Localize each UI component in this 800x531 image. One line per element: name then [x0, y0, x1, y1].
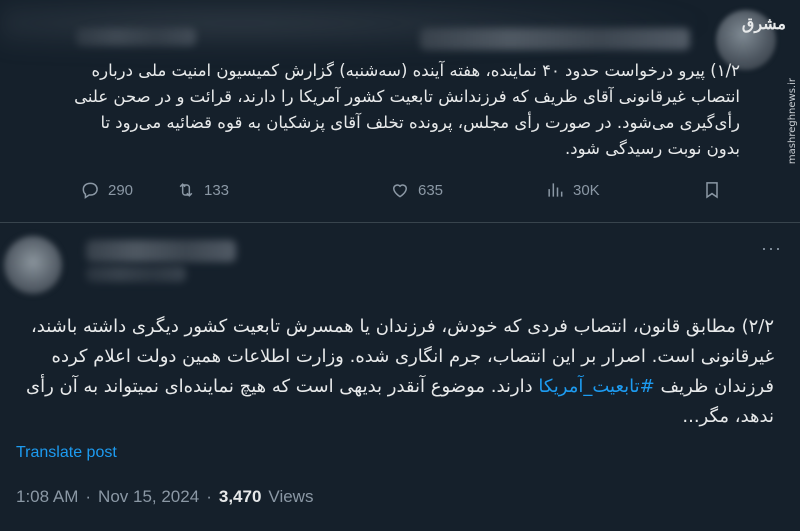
views-chart-icon [548, 183, 563, 197]
like-button[interactable]: 635 [390, 180, 443, 200]
watermark-logo: مشرق [741, 14, 786, 33]
like-count: 635 [418, 181, 444, 199]
retweet-icon [179, 183, 193, 197]
separator: · [85, 487, 92, 506]
display-name-blurred[interactable] [86, 240, 236, 262]
views-label: Views [268, 487, 314, 506]
reply-button[interactable]: 290 [80, 180, 133, 200]
divider [0, 222, 800, 223]
post-time[interactable]: 1:08 AM [16, 487, 78, 507]
handle-blurred [76, 28, 196, 46]
post-date[interactable]: Nov 15, 2024 [98, 487, 199, 507]
retweet-count: 133 [204, 181, 230, 199]
tweet-text: ۲/۲) مطابق قانون، انتصاب فردی که خودش، ف… [14, 312, 774, 432]
avatar[interactable] [4, 236, 62, 294]
views-total: 3,470 [218, 487, 262, 506]
more-options-icon[interactable]: ··· [761, 238, 782, 259]
action-bar: 290 133 635 30K [80, 180, 730, 208]
tweet-text: ۱/۲) پیرو درخواست حدود ۴۰ نماینده، هفته … [74, 61, 740, 158]
separator: · [206, 487, 212, 506]
heart-icon [392, 184, 408, 198]
screenshot-frame: مشرق mashreghnews.ir ۱/۲) پیرو درخواست ح… [0, 0, 800, 531]
translate-post-link[interactable]: Translate post [16, 444, 117, 462]
hashtag-link[interactable]: #تابعیت_آمریکا [538, 376, 654, 397]
retweet-button[interactable]: 133 [176, 180, 229, 200]
handle-blurred [86, 266, 186, 282]
bookmark-button[interactable] [702, 180, 722, 200]
reply-icon [82, 182, 98, 199]
views-count: 30K [573, 181, 600, 199]
reply-count: 290 [108, 181, 134, 199]
bookmark-icon [706, 182, 718, 199]
watermark-site: mashreghnews.ir [787, 78, 798, 165]
views-button[interactable]: 30K [545, 180, 600, 200]
display-name-blurred[interactable] [420, 28, 690, 50]
tweet-metadata: 1:08 AM · Nov 15, 2024 · 3,470 Views [16, 487, 313, 507]
